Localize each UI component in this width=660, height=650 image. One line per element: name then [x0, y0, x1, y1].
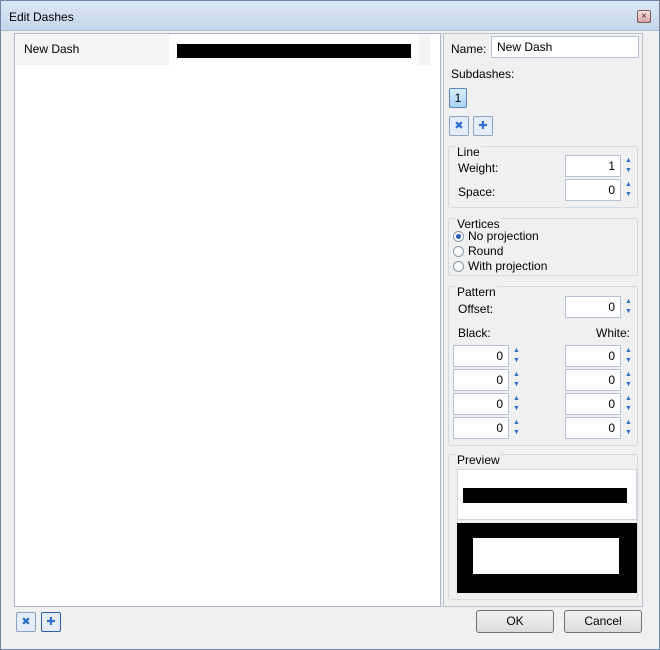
- black-input-3[interactable]: [453, 393, 509, 415]
- spin-up-icon[interactable]: ▲: [624, 180, 633, 189]
- with-projection-label[interactable]: With projection: [468, 259, 547, 273]
- offset-input[interactable]: [565, 296, 621, 318]
- white-input-4[interactable]: [565, 417, 621, 439]
- ok-button[interactable]: OK: [476, 610, 554, 633]
- spin-down-icon[interactable]: ▼: [512, 380, 521, 389]
- offset-stepper[interactable]: ▲ ▼: [624, 296, 634, 318]
- spin-down-icon[interactable]: ▼: [624, 307, 633, 316]
- dash-properties-panel: Name: Subdashes: 1 ✖ ✚ Line Weight: ▲ ▼ …: [443, 33, 643, 607]
- offset-label: Offset:: [458, 302, 494, 316]
- line-group-label: Line: [456, 145, 481, 159]
- spin-up-icon[interactable]: ▲: [512, 394, 521, 403]
- add-subdash-button[interactable]: ✚: [473, 116, 493, 136]
- spin-down-icon[interactable]: ▼: [624, 166, 633, 175]
- black-stepper-2[interactable]: ▲ ▼: [512, 369, 522, 391]
- preview-thick-box: [457, 523, 637, 593]
- spin-down-icon[interactable]: ▼: [624, 190, 633, 199]
- list-item[interactable]: New Dash: [16, 35, 430, 65]
- white-input-3[interactable]: [565, 393, 621, 415]
- black-input-4[interactable]: [453, 417, 509, 439]
- black-input-2[interactable]: [453, 369, 509, 391]
- subdash-1-button[interactable]: 1: [449, 88, 467, 108]
- black-input-1[interactable]: [453, 345, 509, 367]
- dash-preview-line: [177, 44, 411, 58]
- spin-down-icon[interactable]: ▼: [624, 380, 633, 389]
- white-stepper-3[interactable]: ▲ ▼: [624, 393, 634, 415]
- name-label: Name:: [451, 42, 487, 56]
- spin-down-icon[interactable]: ▼: [624, 404, 633, 413]
- add-dash-button[interactable]: ✚: [41, 612, 61, 632]
- add-dash-icon: ✚: [46, 616, 56, 628]
- spin-up-icon[interactable]: ▲: [624, 370, 633, 379]
- pattern-group-label: Pattern: [456, 285, 497, 299]
- spin-up-icon[interactable]: ▲: [512, 346, 521, 355]
- subdashes-label: Subdashes:: [451, 67, 515, 81]
- spin-down-icon[interactable]: ▼: [512, 356, 521, 365]
- round-label[interactable]: Round: [468, 244, 503, 258]
- white-input-1[interactable]: [565, 345, 621, 367]
- spin-down-icon[interactable]: ▼: [624, 356, 633, 365]
- close-icon: ×: [641, 11, 647, 22]
- black-stepper-1[interactable]: ▲ ▼: [512, 345, 522, 367]
- preview-dash-line: [463, 488, 627, 503]
- preview-dash-box: [457, 469, 637, 520]
- window-title: Edit Dashes: [9, 10, 74, 24]
- delete-dash-button[interactable]: ✖: [16, 612, 36, 632]
- spin-up-icon[interactable]: ▲: [624, 297, 633, 306]
- space-label: Space:: [458, 185, 496, 199]
- white-label: White:: [596, 326, 631, 340]
- delete-dash-icon: ✖: [21, 616, 31, 628]
- edit-dashes-dialog: Edit Dashes × New Dash Name: Subdashes: …: [0, 0, 660, 650]
- spin-down-icon[interactable]: ▼: [512, 404, 521, 413]
- spin-down-icon[interactable]: ▼: [624, 428, 633, 437]
- spin-up-icon[interactable]: ▲: [624, 346, 633, 355]
- weight-stepper[interactable]: ▲ ▼: [624, 155, 634, 177]
- subdash-number: 1: [454, 91, 462, 105]
- space-input[interactable]: [565, 179, 621, 201]
- spin-up-icon[interactable]: ▲: [512, 370, 521, 379]
- spin-up-icon[interactable]: ▲: [624, 394, 633, 403]
- line-group: Line Weight: ▲ ▼ Space: ▲ ▼: [448, 145, 638, 208]
- dash-name: New Dash: [24, 42, 80, 56]
- dash-preview-cell: [169, 35, 419, 65]
- name-input[interactable]: [491, 36, 639, 58]
- vertices-group: Vertices No projection Round With projec…: [448, 217, 638, 276]
- preview-group-label: Preview: [456, 453, 501, 467]
- spin-up-icon[interactable]: ▲: [512, 418, 521, 427]
- with-projection-radio[interactable]: [453, 261, 464, 272]
- title-bar: Edit Dashes ×: [1, 1, 659, 31]
- black-label: Black:: [458, 326, 491, 340]
- delete-subdash-button[interactable]: ✖: [449, 116, 469, 136]
- add-icon: ✚: [478, 120, 488, 132]
- weight-input[interactable]: [565, 155, 621, 177]
- white-stepper-4[interactable]: ▲ ▼: [624, 417, 634, 439]
- weight-label: Weight:: [458, 161, 499, 175]
- white-stepper-2[interactable]: ▲ ▼: [624, 369, 634, 391]
- preview-inner: [473, 538, 619, 574]
- no-projection-radio[interactable]: [453, 231, 464, 242]
- dash-list[interactable]: New Dash: [14, 33, 441, 607]
- preview-group: Preview: [448, 453, 638, 600]
- list-row-divider: [419, 35, 430, 65]
- close-button[interactable]: ×: [637, 10, 651, 23]
- spin-down-icon[interactable]: ▼: [512, 428, 521, 437]
- delete-icon: ✖: [454, 120, 464, 132]
- spin-up-icon[interactable]: ▲: [624, 418, 633, 427]
- white-input-2[interactable]: [565, 369, 621, 391]
- space-stepper[interactable]: ▲ ▼: [624, 179, 634, 201]
- cancel-button[interactable]: Cancel: [564, 610, 642, 633]
- round-radio[interactable]: [453, 246, 464, 257]
- white-stepper-1[interactable]: ▲ ▼: [624, 345, 634, 367]
- no-projection-label[interactable]: No projection: [468, 229, 539, 243]
- spin-up-icon[interactable]: ▲: [624, 156, 633, 165]
- black-stepper-4[interactable]: ▲ ▼: [512, 417, 522, 439]
- pattern-group: Pattern Offset: ▲ ▼ Black: White: ▲▼ ▲▼ …: [448, 285, 638, 446]
- black-stepper-3[interactable]: ▲ ▼: [512, 393, 522, 415]
